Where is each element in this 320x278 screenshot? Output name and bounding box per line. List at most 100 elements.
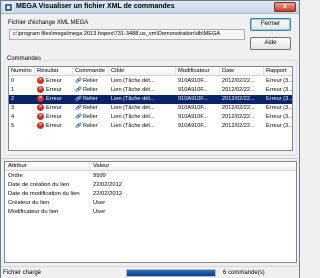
table-row[interactable]: 3 × Erreur Relier Lien (Tâche dét... 910A910F…	[9, 104, 292, 113]
column-header-number[interactable]: Numéro	[9, 67, 35, 76]
property-row[interactable]: Date de modification du lien 22/02/2012	[5, 190, 296, 199]
cell-text: Erreur (3...	[266, 123, 293, 129]
column-header-target[interactable]: Cible	[109, 67, 176, 76]
table-row[interactable]: 0 × Erreur Relier Lien (Tâche dét... 910A910F…	[9, 77, 292, 86]
cell-text: 2012/02/22...	[222, 123, 255, 129]
close-button[interactable]: Fermer	[250, 18, 291, 31]
cell-text: 2012/02/22...	[222, 105, 255, 111]
cell-text: Lien (Tâche dét...	[111, 87, 155, 93]
cell-command: Relier	[73, 77, 109, 86]
table-row[interactable]: 2 × Erreur Relier Lien (Tâche dét... 910A910F…	[9, 95, 292, 104]
table-row[interactable]: 5 × Erreur Relier Lien (Tâche dét... 910A910F…	[9, 122, 292, 131]
cell-text: 910A910F...	[178, 123, 208, 129]
cell-text: Relier	[83, 78, 98, 84]
cell-text: Erreur	[46, 96, 62, 102]
cell-text: Erreur	[46, 87, 62, 93]
cell-target: Lien (Tâche dét...	[109, 104, 176, 113]
cell-text: Lien (Tâche dét...	[111, 78, 155, 84]
cell-modifier: 910A910F...	[176, 77, 220, 86]
property-row[interactable]: Modificateur du lien User	[5, 208, 296, 217]
error-icon: ×	[37, 77, 44, 84]
cell-text: Erreur	[46, 123, 62, 129]
cell-text: Lien (Tâche dét...	[111, 123, 155, 129]
cell-command: Relier	[73, 104, 109, 113]
error-icon: ×	[37, 95, 44, 102]
table-row[interactable]: 4 × Erreur Relier Lien (Tâche dét... 910A910F…	[9, 113, 292, 122]
cell-text: 2012/02/22...	[222, 114, 255, 120]
property-value: 9999	[93, 173, 106, 179]
load-progress-bar	[126, 269, 216, 277]
status-text: Fichier chargé	[3, 270, 42, 276]
command-count: 6 commande(s)	[223, 270, 265, 276]
help-button[interactable]: Aide	[250, 37, 291, 50]
cell-text: Relier	[83, 105, 98, 111]
column-header-attribute[interactable]: Attribut	[5, 162, 90, 171]
cell-report: Erreur (3...	[264, 104, 292, 113]
cell-num: 2	[9, 95, 35, 104]
load-progress-fill	[127, 270, 215, 276]
cell-num: 1	[9, 86, 35, 95]
cell-result: × Erreur	[35, 104, 73, 113]
link-icon	[75, 86, 82, 92]
column-header-result[interactable]: Résultat	[35, 67, 73, 76]
cell-text: 2012/02/22...	[222, 87, 255, 93]
column-header-report[interactable]: Rapport	[264, 67, 292, 76]
cell-text: 910A910F...	[178, 105, 208, 111]
window-close-button[interactable]: x	[274, 2, 296, 12]
cell-text: 2	[11, 96, 15, 102]
table-row[interactable]: 1 × Erreur Relier Lien (Tâche dét... 910A910F…	[9, 86, 292, 95]
panel-splitter[interactable]	[1, 158, 299, 159]
property-attribute: Ordre	[8, 173, 23, 179]
cell-text: Erreur (3...	[266, 96, 293, 102]
cell-text: Lien (Tâche dét...	[111, 114, 155, 120]
commands-table-header: Numéro Résultat Commande Cible Modificat…	[9, 67, 292, 76]
title-bar: MEGA Visualiser un fichier XML de comman…	[1, 1, 299, 14]
cell-result: × Erreur	[35, 113, 73, 122]
cell-command: Relier	[73, 122, 109, 131]
property-value: User	[93, 200, 106, 206]
properties-table-header: Attribut Valeur	[5, 162, 296, 171]
cell-text: 910A910F...	[178, 96, 208, 102]
cell-text: 3	[11, 105, 15, 111]
link-icon	[75, 104, 82, 110]
property-value: User	[93, 209, 106, 215]
cell-date: 2012/02/22...	[220, 86, 264, 95]
cell-text: Erreur (3...	[266, 87, 293, 93]
cell-text: Lien (Tâche dét...	[111, 96, 155, 102]
window-title: MEGA Visualiser un fichier XML de comman…	[16, 3, 175, 10]
cell-text: Erreur	[46, 78, 62, 84]
column-header-value[interactable]: Valeur	[90, 162, 290, 171]
column-header-modifier[interactable]: Modificateur	[176, 67, 220, 76]
column-header-date[interactable]: Date	[220, 67, 264, 76]
cell-command: Relier	[73, 113, 109, 122]
column-header-command[interactable]: Commande	[73, 67, 109, 76]
cell-text: Erreur (3...	[266, 114, 293, 120]
cell-text: 4	[11, 114, 15, 120]
cell-text: 910A910F...	[178, 87, 208, 93]
cell-date: 2012/02/22...	[220, 95, 264, 104]
link-icon	[75, 122, 82, 128]
link-icon	[75, 95, 82, 101]
cell-modifier: 910A910F...	[176, 104, 220, 113]
cell-date: 2012/02/22...	[220, 77, 264, 86]
property-row[interactable]: Date de création du lien 22/02/2012	[5, 181, 296, 190]
link-icon	[75, 113, 82, 119]
cell-text: 1	[11, 87, 15, 93]
error-icon: ×	[37, 104, 44, 111]
cell-result: × Erreur	[35, 95, 73, 104]
property-attribute: Créateur du lien	[8, 200, 50, 206]
property-row[interactable]: Ordre 9999	[5, 172, 296, 181]
cell-date: 2012/02/22...	[220, 104, 264, 113]
cell-num: 5	[9, 122, 35, 131]
cell-text: Relier	[83, 96, 98, 102]
file-path-field[interactable]: c:\program files\mega\mega 2013 hopex\73…	[9, 29, 245, 40]
cell-report: Erreur (3...	[264, 77, 292, 86]
cell-target: Lien (Tâche dét...	[109, 122, 176, 131]
property-row[interactable]: Créateur du lien User	[5, 199, 296, 208]
cell-text: Relier	[83, 123, 98, 129]
error-icon: ×	[37, 113, 44, 120]
property-value: 22/02/2012	[93, 182, 123, 188]
cell-modifier: 910A910F...	[176, 113, 220, 122]
error-icon: ×	[37, 122, 44, 129]
cell-date: 2012/02/22...	[220, 122, 264, 131]
